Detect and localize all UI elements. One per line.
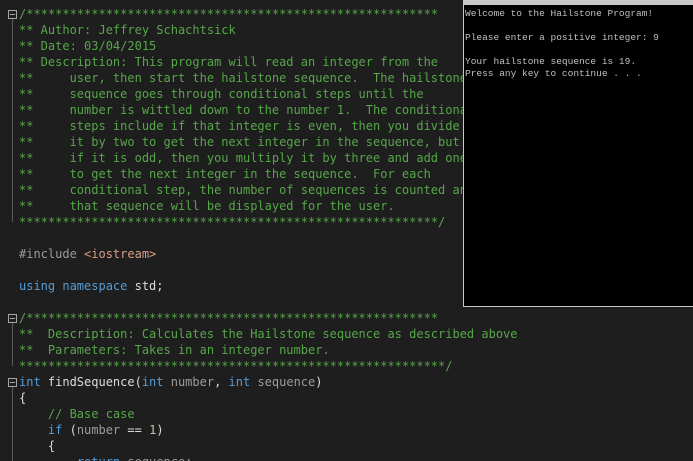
code-token: ** Date: 03/04/2015 xyxy=(19,39,157,53)
fold-guide xyxy=(12,14,13,222)
code-line[interactable]: ** conditional step, the number of seque… xyxy=(19,182,474,198)
code-token: ** it by two to get the next integer in … xyxy=(19,135,460,149)
code-line[interactable]: ** number is wittled down to the number … xyxy=(19,102,474,118)
code-line[interactable]: /***************************************… xyxy=(19,310,438,326)
code-token: sequence xyxy=(257,375,316,389)
code-token: ** conditional step, the number of seque… xyxy=(19,183,475,197)
collapse-icon[interactable] xyxy=(8,314,17,323)
code-line[interactable]: ** Parameters: Takes in an integer numbe… xyxy=(19,342,330,358)
console-line: Your hailstone sequence is 19. xyxy=(465,56,637,67)
code-token: ** user, then start the hailstone sequen… xyxy=(19,71,467,85)
code-line[interactable]: ** to get the next integer in the sequen… xyxy=(19,166,431,182)
code-line[interactable]: ** steps include if that integer is even… xyxy=(19,118,460,134)
code-token: sequence; xyxy=(127,455,192,461)
code-token: ****************************************… xyxy=(19,215,446,229)
code-token: ** number is wittled down to the number … xyxy=(19,103,475,117)
code-line[interactable]: ** Author: Jeffrey Schachtsick xyxy=(19,22,236,38)
code-line[interactable]: ** that sequence will be displayed for t… xyxy=(19,198,395,214)
code-token: ** Description: Calculates the Hailstone… xyxy=(19,327,518,341)
code-token: ****************************************… xyxy=(19,359,453,373)
console-line: Press any key to continue . . . xyxy=(465,68,642,79)
code-line[interactable]: // Base case xyxy=(19,406,135,422)
code-token: number xyxy=(170,375,215,389)
code-line[interactable]: ** Date: 03/04/2015 xyxy=(19,38,156,54)
code-line[interactable]: ** it by two to get the next integer in … xyxy=(19,134,460,150)
code-token: int xyxy=(141,375,171,389)
code-token: ** if it is odd, then you multiply it by… xyxy=(19,151,467,165)
code-token: == xyxy=(120,423,150,437)
code-line[interactable]: ** Description: This program will read a… xyxy=(19,54,438,70)
code-token: /***************************************… xyxy=(19,311,439,325)
code-token: { xyxy=(19,391,27,405)
code-token: ** Parameters: Takes in an integer numbe… xyxy=(19,343,330,357)
fold-guide xyxy=(12,318,13,366)
code-line[interactable]: ** if it is odd, then you multiply it by… xyxy=(19,150,467,166)
code-line[interactable]: ** Description: Calculates the Hailstone… xyxy=(19,326,518,342)
code-line[interactable]: if (number == 1) xyxy=(19,422,164,438)
code-token: ** that sequence will be displayed for t… xyxy=(19,199,395,213)
code-line[interactable]: ** user, then start the hailstone sequen… xyxy=(19,70,467,86)
code-line[interactable]: int findSequence(int number, int sequenc… xyxy=(19,374,322,390)
code-token: int xyxy=(19,375,48,389)
code-token: using namespace xyxy=(19,279,135,293)
code-line[interactable]: return sequence; xyxy=(19,454,193,461)
code-token: number xyxy=(76,423,121,437)
code-token: if xyxy=(19,423,70,437)
code-token: #include xyxy=(19,247,85,261)
code-token: return xyxy=(19,455,127,461)
code-line[interactable]: { xyxy=(19,390,26,406)
code-token: ** to get the next integer in the sequen… xyxy=(19,167,431,181)
fold-guide xyxy=(12,382,13,461)
code-token: ** Author: Jeffrey Schachtsick xyxy=(19,23,236,37)
code-line[interactable]: #include <iostream> xyxy=(19,246,156,262)
code-token: ) xyxy=(315,375,323,389)
code-token: ** sequence goes through conditional ste… xyxy=(19,87,424,101)
code-token: /***************************************… xyxy=(19,7,439,21)
collapse-icon[interactable] xyxy=(8,378,17,387)
code-token: ( xyxy=(69,423,77,437)
console-line: Welcome to the Hailstone Program! xyxy=(465,8,654,19)
code-token: int xyxy=(228,375,258,389)
code-token: ** Description: This program will read a… xyxy=(19,55,439,69)
code-token: findSequence( xyxy=(47,375,142,389)
code-token: ** steps include if that integer is even… xyxy=(19,119,460,133)
code-line[interactable]: ** sequence goes through conditional ste… xyxy=(19,86,424,102)
code-line[interactable]: /***************************************… xyxy=(19,6,438,22)
code-token: { xyxy=(19,439,56,453)
code-token: // Base case xyxy=(19,407,135,421)
code-line[interactable]: { xyxy=(19,438,55,454)
console-line: Please enter a positive integer: 9 xyxy=(465,32,659,43)
code-token: ) xyxy=(156,423,164,437)
code-token: , xyxy=(214,375,229,389)
code-line[interactable]: using namespace std; xyxy=(19,278,164,294)
console-window[interactable]: Welcome to the Hailstone Program! Please … xyxy=(463,0,693,307)
code-token: <iostream> xyxy=(84,247,157,261)
code-line[interactable]: ****************************************… xyxy=(19,214,445,230)
code-line[interactable]: ****************************************… xyxy=(19,358,452,374)
code-token: std; xyxy=(134,279,164,293)
collapse-icon[interactable] xyxy=(8,10,17,19)
console-title-bar[interactable] xyxy=(464,0,693,5)
